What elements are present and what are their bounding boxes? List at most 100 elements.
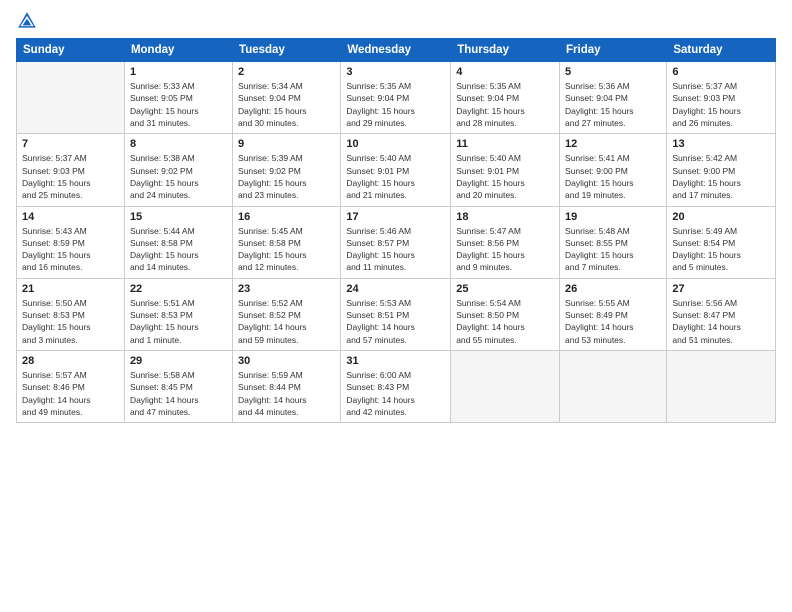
day-number: 27	[672, 283, 770, 295]
calendar-header-thursday: Thursday	[451, 39, 560, 62]
day-info: Sunrise: 6:00 AM Sunset: 8:43 PM Dayligh…	[346, 369, 445, 418]
day-number: 8	[130, 138, 227, 150]
day-info: Sunrise: 5:40 AM Sunset: 9:01 PM Dayligh…	[346, 152, 445, 201]
day-number: 29	[130, 355, 227, 367]
day-number: 1	[130, 66, 227, 78]
calendar-day: 18 Sunrise: 5:47 AM Sunset: 8:56 PM Dayli…	[451, 206, 560, 278]
day-info: Sunrise: 5:40 AM Sunset: 9:01 PM Dayligh…	[456, 152, 554, 201]
day-number: 23	[238, 283, 335, 295]
day-number: 2	[238, 66, 335, 78]
day-info: Sunrise: 5:56 AM Sunset: 8:47 PM Dayligh…	[672, 297, 770, 346]
day-info: Sunrise: 5:38 AM Sunset: 9:02 PM Dayligh…	[130, 152, 227, 201]
day-number: 11	[456, 138, 554, 150]
day-number: 28	[22, 355, 119, 367]
calendar-week-row: 7 Sunrise: 5:37 AM Sunset: 9:03 PM Daylig…	[17, 134, 776, 206]
calendar-day: 7 Sunrise: 5:37 AM Sunset: 9:03 PM Daylig…	[17, 134, 125, 206]
calendar-day	[17, 62, 125, 134]
calendar-day: 20Sunrise: 5:49 AM Sunset: 8:54 PM Dayli…	[667, 206, 776, 278]
logo	[16, 10, 42, 32]
day-number: 4	[456, 66, 554, 78]
calendar-week-row: 1 Sunrise: 5:33 AM Sunset: 9:05 PM Daylig…	[17, 62, 776, 134]
day-number: 7	[22, 138, 119, 150]
day-info: Sunrise: 5:41 AM Sunset: 9:00 PM Dayligh…	[565, 152, 661, 201]
calendar-day: 22Sunrise: 5:51 AM Sunset: 8:53 PM Dayli…	[124, 278, 232, 350]
calendar-day: 24Sunrise: 5:53 AM Sunset: 8:51 PM Dayli…	[341, 278, 451, 350]
calendar-day	[451, 351, 560, 423]
calendar-day: 1 Sunrise: 5:33 AM Sunset: 9:05 PM Daylig…	[124, 62, 232, 134]
calendar-day: 5Sunrise: 5:36 AM Sunset: 9:04 PM Daylig…	[560, 62, 667, 134]
day-number: 20	[672, 211, 770, 223]
calendar-day: 28 Sunrise: 5:57 AM Sunset: 8:46 PM Dayli…	[17, 351, 125, 423]
day-number: 12	[565, 138, 661, 150]
calendar-day: 13Sunrise: 5:42 AM Sunset: 9:00 PM Dayli…	[667, 134, 776, 206]
calendar-day: 16 Sunrise: 5:45 AM Sunset: 8:58 PM Dayli…	[233, 206, 341, 278]
day-info: Sunrise: 5:57 AM Sunset: 8:46 PM Dayligh…	[22, 369, 119, 418]
day-number: 15	[130, 211, 227, 223]
day-info: Sunrise: 5:33 AM Sunset: 9:05 PM Dayligh…	[130, 80, 227, 129]
day-info: Sunrise: 5:37 AM Sunset: 9:03 PM Dayligh…	[22, 152, 119, 201]
page: SundayMondayTuesdayWednesdayThursdayFrid…	[0, 0, 792, 612]
day-number: 13	[672, 138, 770, 150]
calendar-week-row: 28 Sunrise: 5:57 AM Sunset: 8:46 PM Dayli…	[17, 351, 776, 423]
calendar-day: 23 Sunrise: 5:52 AM Sunset: 8:52 PM Dayli…	[233, 278, 341, 350]
day-info: Sunrise: 5:53 AM Sunset: 8:51 PM Dayligh…	[346, 297, 445, 346]
calendar-header-friday: Friday	[560, 39, 667, 62]
day-info: Sunrise: 5:46 AM Sunset: 8:57 PM Dayligh…	[346, 225, 445, 274]
day-number: 16	[238, 211, 335, 223]
day-info: Sunrise: 5:43 AM Sunset: 8:59 PM Dayligh…	[22, 225, 119, 274]
day-info: Sunrise: 5:52 AM Sunset: 8:52 PM Dayligh…	[238, 297, 335, 346]
calendar-day: 10 Sunrise: 5:40 AM Sunset: 9:01 PM Dayli…	[341, 134, 451, 206]
day-number: 25	[456, 283, 554, 295]
calendar: SundayMondayTuesdayWednesdayThursdayFrid…	[16, 38, 776, 423]
day-number: 19	[565, 211, 661, 223]
day-info: Sunrise: 5:59 AM Sunset: 8:44 PM Dayligh…	[238, 369, 335, 418]
day-number: 26	[565, 283, 661, 295]
day-info: Sunrise: 5:51 AM Sunset: 8:53 PM Dayligh…	[130, 297, 227, 346]
calendar-day: 9 Sunrise: 5:39 AM Sunset: 9:02 PM Daylig…	[233, 134, 341, 206]
calendar-day: 2 Sunrise: 5:34 AM Sunset: 9:04 PM Daylig…	[233, 62, 341, 134]
day-info: Sunrise: 5:47 AM Sunset: 8:56 PM Dayligh…	[456, 225, 554, 274]
calendar-header-saturday: Saturday	[667, 39, 776, 62]
day-number: 30	[238, 355, 335, 367]
calendar-day: 11 Sunrise: 5:40 AM Sunset: 9:01 PM Dayli…	[451, 134, 560, 206]
calendar-day: 4 Sunrise: 5:35 AM Sunset: 9:04 PM Daylig…	[451, 62, 560, 134]
calendar-day: 25 Sunrise: 5:54 AM Sunset: 8:50 PM Dayli…	[451, 278, 560, 350]
calendar-header-wednesday: Wednesday	[341, 39, 451, 62]
day-number: 31	[346, 355, 445, 367]
day-info: Sunrise: 5:50 AM Sunset: 8:53 PM Dayligh…	[22, 297, 119, 346]
day-info: Sunrise: 5:45 AM Sunset: 8:58 PM Dayligh…	[238, 225, 335, 274]
calendar-day: 29Sunrise: 5:58 AM Sunset: 8:45 PM Dayli…	[124, 351, 232, 423]
calendar-day: 14 Sunrise: 5:43 AM Sunset: 8:59 PM Dayli…	[17, 206, 125, 278]
day-number: 6	[672, 66, 770, 78]
day-number: 14	[22, 211, 119, 223]
calendar-day: 17Sunrise: 5:46 AM Sunset: 8:57 PM Dayli…	[341, 206, 451, 278]
day-number: 18	[456, 211, 554, 223]
day-info: Sunrise: 5:34 AM Sunset: 9:04 PM Dayligh…	[238, 80, 335, 129]
calendar-day: 26Sunrise: 5:55 AM Sunset: 8:49 PM Dayli…	[560, 278, 667, 350]
calendar-day: 3 Sunrise: 5:35 AM Sunset: 9:04 PM Daylig…	[341, 62, 451, 134]
calendar-day: 19Sunrise: 5:48 AM Sunset: 8:55 PM Dayli…	[560, 206, 667, 278]
day-info: Sunrise: 5:35 AM Sunset: 9:04 PM Dayligh…	[346, 80, 445, 129]
day-number: 3	[346, 66, 445, 78]
day-number: 21	[22, 283, 119, 295]
calendar-day: 15 Sunrise: 5:44 AM Sunset: 8:58 PM Dayli…	[124, 206, 232, 278]
day-number: 9	[238, 138, 335, 150]
day-info: Sunrise: 5:54 AM Sunset: 8:50 PM Dayligh…	[456, 297, 554, 346]
calendar-day: 8 Sunrise: 5:38 AM Sunset: 9:02 PM Daylig…	[124, 134, 232, 206]
day-info: Sunrise: 5:36 AM Sunset: 9:04 PM Dayligh…	[565, 80, 661, 129]
day-info: Sunrise: 5:37 AM Sunset: 9:03 PM Dayligh…	[672, 80, 770, 129]
header	[16, 10, 776, 32]
calendar-header-monday: Monday	[124, 39, 232, 62]
calendar-day: 21 Sunrise: 5:50 AM Sunset: 8:53 PM Dayli…	[17, 278, 125, 350]
day-number: 10	[346, 138, 445, 150]
day-info: Sunrise: 5:39 AM Sunset: 9:02 PM Dayligh…	[238, 152, 335, 201]
calendar-week-row: 14 Sunrise: 5:43 AM Sunset: 8:59 PM Dayli…	[17, 206, 776, 278]
day-info: Sunrise: 5:35 AM Sunset: 9:04 PM Dayligh…	[456, 80, 554, 129]
calendar-header-sunday: Sunday	[17, 39, 125, 62]
day-info: Sunrise: 5:44 AM Sunset: 8:58 PM Dayligh…	[130, 225, 227, 274]
logo-icon	[16, 10, 38, 32]
calendar-day: 12 Sunrise: 5:41 AM Sunset: 9:00 PM Dayli…	[560, 134, 667, 206]
calendar-day: 31 Sunrise: 6:00 AM Sunset: 8:43 PM Dayli…	[341, 351, 451, 423]
calendar-week-row: 21 Sunrise: 5:50 AM Sunset: 8:53 PM Dayli…	[17, 278, 776, 350]
calendar-header-tuesday: Tuesday	[233, 39, 341, 62]
